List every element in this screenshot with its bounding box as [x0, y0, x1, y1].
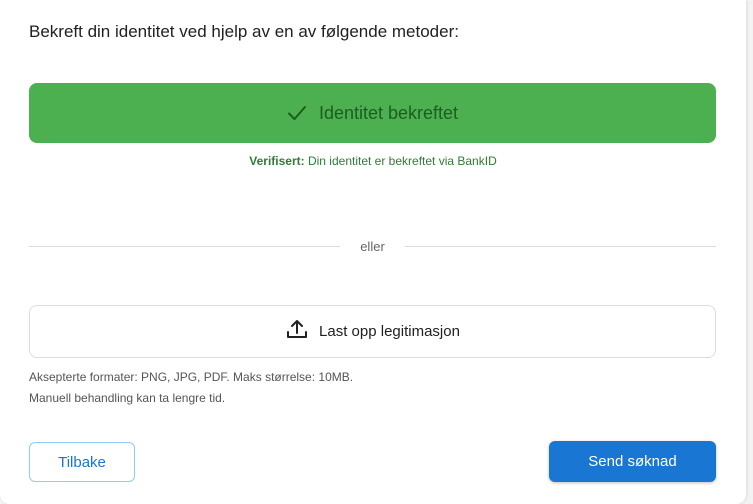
or-divider: eller	[29, 236, 716, 256]
divider-line-left	[29, 245, 340, 247]
verification-status: Verifisert: Din identitet er bekreftet v…	[0, 154, 746, 168]
identity-verified-label: Identitet bekreftet	[318, 102, 459, 123]
identity-verified-button[interactable]: Identitet bekreftet	[29, 83, 716, 143]
upload-id-button[interactable]: Last opp legitimasjon	[29, 305, 716, 358]
page-title: Bekreft din identitet ved hjelp av en av…	[29, 22, 459, 41]
verification-status-text: Din identitet er bekreftet via BankID	[307, 154, 497, 168]
upload-formats-text: Aksepterte formater: PNG, JPG, PDF. Maks…	[29, 370, 354, 384]
divider-line-right	[405, 245, 716, 247]
back-button[interactable]: Tilbake	[29, 442, 135, 482]
upload-help: Aksepterte formater: PNG, JPG, PDF. Maks…	[29, 367, 353, 409]
upload-processing-note: Manuell behandling kan ta lengre tid.	[29, 391, 226, 405]
divider-label: eller	[360, 238, 385, 254]
submit-application-button[interactable]: Send søknad	[549, 441, 716, 482]
upload-id-label: Last opp legitimasjon	[319, 323, 460, 340]
check-icon	[287, 105, 307, 121]
upload-icon	[285, 317, 309, 346]
verification-status-prefix: Verifisert:	[249, 154, 305, 168]
identity-verification-card: Bekreft din identitet ved hjelp av en av…	[0, 0, 746, 504]
